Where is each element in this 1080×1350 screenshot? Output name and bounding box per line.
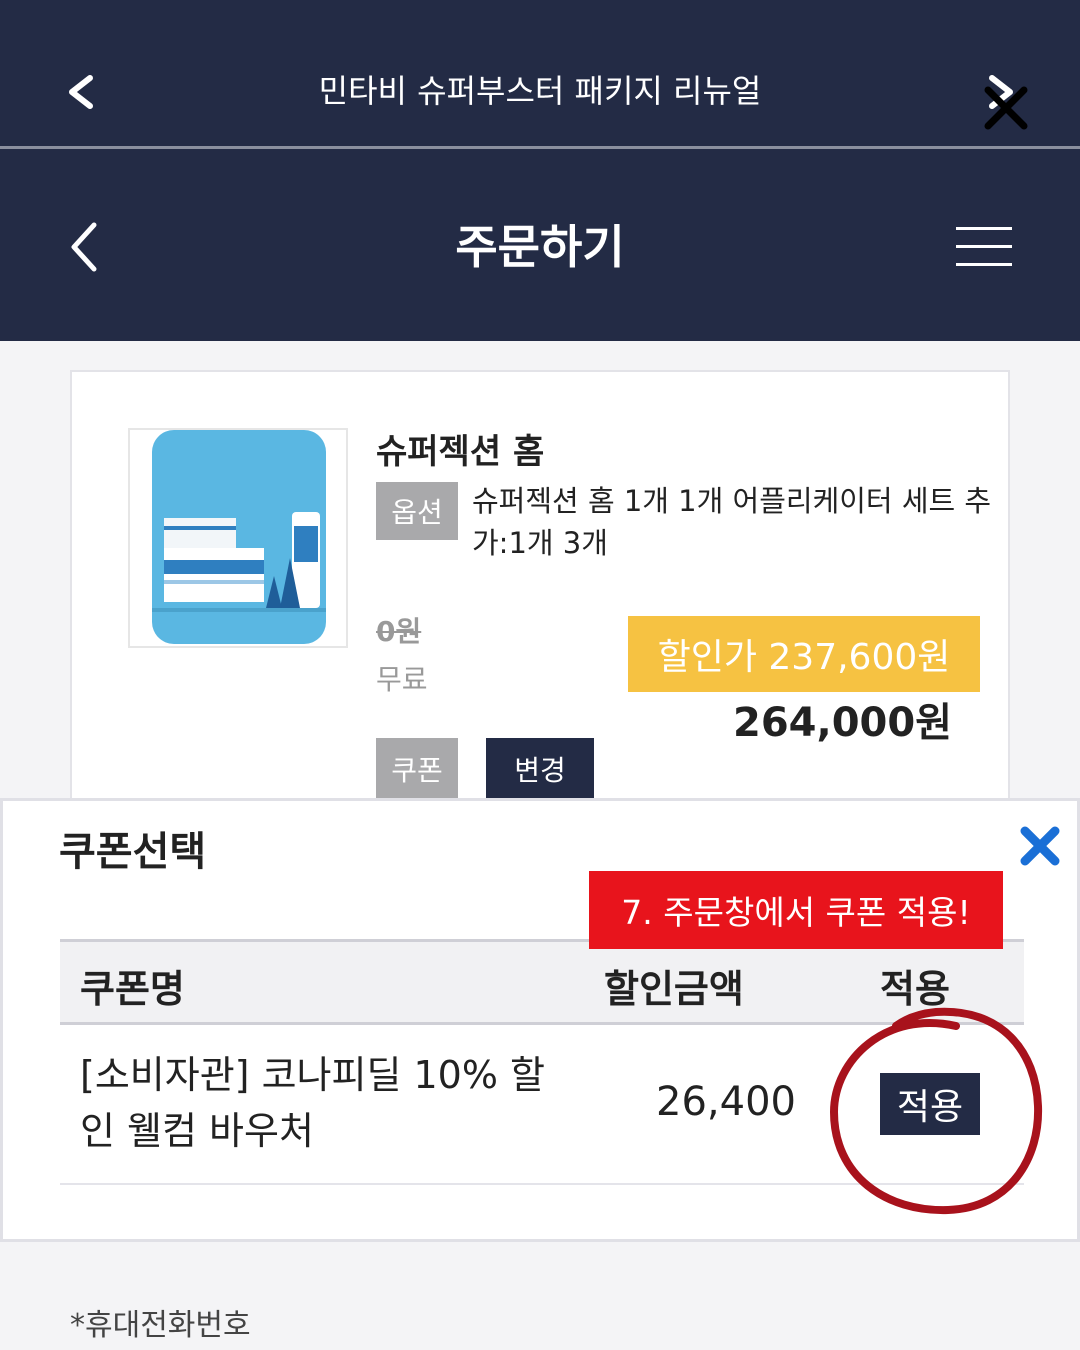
column-header-discount-amount: 할인금액 [604, 967, 744, 1011]
browser-title: 민타비 슈퍼부스터 패키지 리뉴얼 [318, 72, 762, 110]
close-icon[interactable] [978, 80, 1034, 136]
modal-title: 쿠폰선택 [59, 829, 207, 875]
shipping-original-price: 0원 [376, 615, 422, 648]
option-text: 슈퍼젝션 홈 1개 1개 어플리케이터 세트 추가:1개 3개 [472, 484, 992, 560]
column-header-coupon-name: 쿠폰명 [80, 967, 185, 1011]
close-x-icon[interactable] [1015, 821, 1065, 871]
coupon-select-modal: 쿠폰선택 쿠폰명 할인금액 적용 7. 주문창에서 쿠폰 적용! [소비자관] … [0, 798, 1080, 1242]
apply-coupon-button[interactable]: 적용 [880, 1073, 980, 1135]
coupon-table-header: 쿠폰명 할인금액 적용 [60, 939, 1024, 1025]
product-name: 슈퍼젝션 홈 [376, 432, 545, 472]
coupon-tag: 쿠폰 [376, 738, 458, 800]
page-title: 주문하기 [455, 220, 625, 274]
annotation-banner: 7. 주문창에서 쿠폰 적용! [589, 871, 1003, 949]
product-price: 264,000원 [733, 700, 952, 746]
hamburger-menu-icon[interactable] [954, 225, 1014, 269]
shipping-free-label: 무료 [376, 663, 428, 696]
sale-price-badge: 할인가 237,600원 [628, 616, 980, 692]
phone-number-label: *휴대전화번호 [70, 1308, 251, 1343]
order-product-card: 슈퍼젝션 홈 옵션 슈퍼젝션 홈 1개 1개 어플리케이터 세트 추가:1개 3… [70, 370, 1010, 810]
table-row: [소비자관] 코나피딜 10% 할인 웰컴 바우처 26,400 적용 [60, 1025, 1024, 1185]
column-header-apply: 적용 [880, 967, 950, 1011]
coupon-change-button[interactable]: 변경 [486, 738, 594, 800]
product-image[interactable] [128, 428, 348, 648]
option-tag: 옵션 [376, 482, 458, 540]
discount-amount: 26,400 [656, 1079, 796, 1125]
app-header: 주문하기 [0, 149, 1080, 341]
browser-top-bar: 민타비 슈퍼부스터 패키지 리뉴얼 [0, 0, 1080, 146]
coupon-name: [소비자관] 코나피딜 10% 할인 웰컴 바우처 [80, 1053, 545, 1153]
